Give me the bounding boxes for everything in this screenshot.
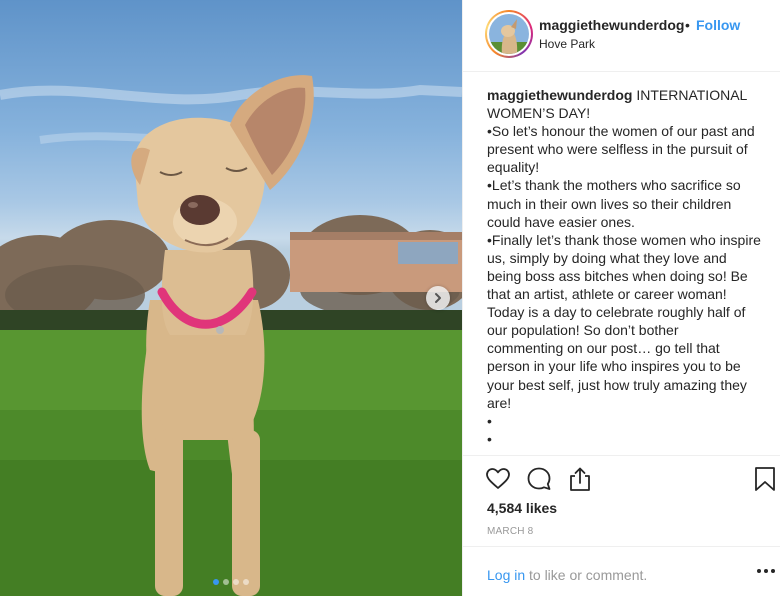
- comment-footer: Log in to like or comment.: [463, 546, 780, 596]
- share-icon: [570, 467, 590, 491]
- login-prompt-text: to like or comment.: [529, 567, 648, 583]
- post-date[interactable]: MARCH 8: [487, 526, 533, 537]
- caption-line: much in their own lives so their childre…: [487, 195, 732, 212]
- carousel-next-button[interactable]: [426, 286, 450, 310]
- caption-line: WOMEN’S DAY!: [487, 105, 591, 122]
- post-side-panel: maggiethewunderdog • Follow Hove Park ma…: [462, 0, 780, 596]
- like-button[interactable]: [485, 466, 511, 497]
- caption-line: equality!: [487, 159, 540, 176]
- follow-button[interactable]: Follow: [696, 17, 740, 33]
- caption-line: present who were selfless in the pursuit…: [487, 141, 748, 158]
- comment-button[interactable]: [526, 466, 552, 497]
- carousel-dot: [243, 579, 249, 585]
- post-caption: maggiethewunderdog INTERNATIONAL WOMEN’S…: [487, 86, 769, 448]
- post-photo[interactable]: [0, 0, 462, 596]
- header-separator: •: [685, 17, 690, 33]
- location-link[interactable]: Hove Park: [539, 37, 595, 51]
- caption-line: person in your life who inspires you to …: [487, 358, 741, 375]
- caption-text: INTERNATIONAL: [636, 87, 748, 103]
- more-options-icon: [757, 569, 761, 573]
- action-bar: [463, 455, 780, 505]
- carousel-indicator: [0, 579, 462, 585]
- caption-line: commenting on our post… go tell that: [487, 340, 720, 357]
- likes-count[interactable]: 4,584 likes: [487, 500, 557, 516]
- caption-line: your best self, just how truly amazing t…: [487, 376, 747, 393]
- caption-line: •Finally let’s thank those women who ins…: [487, 231, 761, 248]
- caption-username[interactable]: maggiethewunderdog: [487, 87, 632, 103]
- header-username[interactable]: maggiethewunderdog: [539, 17, 684, 33]
- bookmark-icon: [755, 467, 775, 491]
- heart-icon: [486, 468, 510, 489]
- avatar-image: [489, 14, 529, 54]
- save-button[interactable]: [754, 466, 776, 497]
- share-button[interactable]: [567, 466, 593, 497]
- caption-line: are!: [487, 394, 512, 411]
- caption-line: Today is a day to celebrate roughly half…: [487, 304, 746, 321]
- caption-line: us, simply by doing what they love and: [487, 249, 727, 266]
- caption-line: that an artist, athlete or career woman!: [487, 286, 727, 303]
- more-options-button[interactable]: [757, 569, 775, 573]
- carousel-dot: [223, 579, 229, 585]
- caption-line: maggiethewunderdog INTERNATIONAL: [487, 86, 769, 104]
- dog-photo-image: [0, 75, 462, 596]
- login-link[interactable]: Log in: [487, 567, 525, 583]
- caption-line: could have easier ones.: [487, 213, 635, 230]
- caption-line: •Let’s thank the mothers who sacrifice s…: [487, 177, 741, 194]
- comment-icon: [527, 467, 551, 490]
- chevron-right-icon: [435, 293, 441, 303]
- post-header: maggiethewunderdog • Follow Hove Park: [463, 0, 780, 72]
- caption-line: our population! So don’t bother: [487, 322, 679, 339]
- carousel-dot-active: [213, 579, 219, 585]
- caption-line: •: [487, 412, 492, 429]
- caption-line: •So let’s honour the women of our past a…: [487, 123, 755, 140]
- caption-line: •: [487, 430, 492, 447]
- caption-line: being boss ass bitches when doing so! Be: [487, 267, 748, 284]
- avatar[interactable]: [485, 10, 533, 58]
- carousel-dot: [233, 579, 239, 585]
